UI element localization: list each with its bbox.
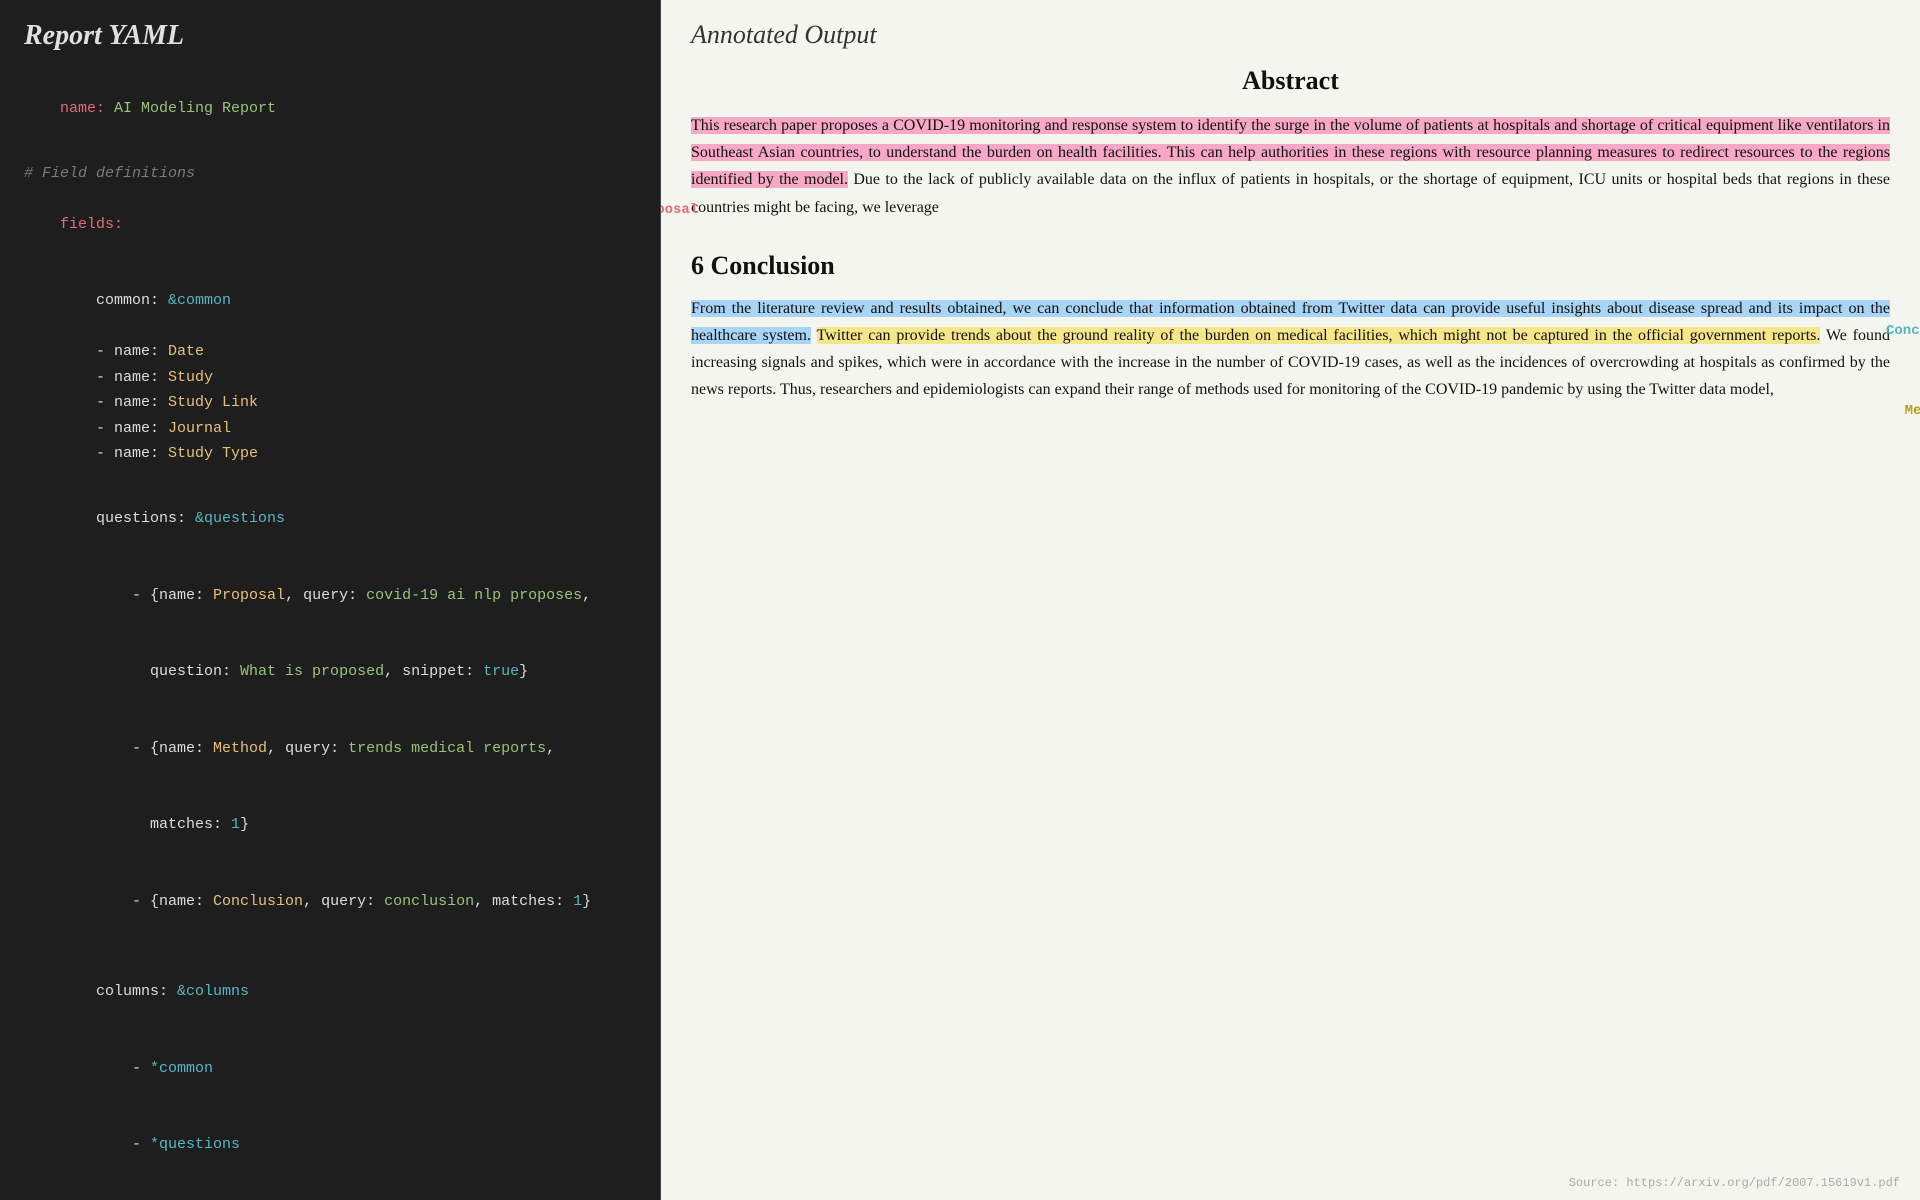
abstract-heading: Abstract (691, 66, 1890, 96)
left-panel: Report YAML name: AI Modeling Report # F… (0, 0, 660, 1200)
yaml-common-item-5: - name: Study Type (24, 441, 636, 467)
yaml-common-line: common: &common (24, 263, 636, 340)
yaml-name-line: name: AI Modeling Report (24, 70, 636, 147)
yaml-q-conclusion: - {name: Conclusion, query: conclusion, … (24, 863, 636, 940)
method-annotation-label: Method (1905, 403, 1920, 419)
report-yaml-title: Report YAML (24, 20, 636, 52)
yaml-q-method-1: - {name: Method, query: trends medical r… (24, 710, 636, 787)
yaml-columns-line: columns: &columns (24, 954, 636, 1031)
source-line: Source: https://arxiv.org/pdf/2007.15619… (1569, 1176, 1900, 1190)
conclusion-heading: 6 Conclusion (691, 251, 1890, 281)
yaml-comment: # Field definitions (24, 161, 636, 187)
conclusion-container: Conclusion Method From the literature re… (691, 295, 1890, 404)
yaml-fields-key: fields: (24, 186, 636, 263)
yaml-q-method-2: matches: 1} (24, 787, 636, 864)
abstract-container: Proposal This research paper proposes a … (691, 112, 1890, 221)
yaml-col-questions: - *questions (24, 1107, 636, 1184)
abstract-highlight-proposal: This research paper proposes a COVID-19 … (691, 117, 1890, 188)
abstract-text: This research paper proposes a COVID-19 … (691, 112, 1890, 221)
yaml-col-common: - *common (24, 1030, 636, 1107)
yaml-common-item-1: - name: Date (24, 339, 636, 365)
right-panel: Annotated Output Abstract Proposal This … (661, 0, 1920, 1200)
yaml-common-item-3: - name: Study Link (24, 390, 636, 416)
yaml-name-val: AI Modeling Report (105, 100, 276, 117)
yaml-common-item-2: - name: Study (24, 365, 636, 391)
conclusion-highlight-yellow: Twitter can provide trends about the gro… (817, 327, 1821, 344)
yaml-name-key: name: (60, 100, 105, 117)
conclusion-text: From the literature review and results o… (691, 295, 1890, 404)
yaml-q-proposal-2: question: What is proposed, snippet: tru… (24, 634, 636, 711)
annotated-output-title: Annotated Output (691, 20, 1890, 50)
proposal-annotation-label: Proposal (661, 202, 698, 218)
yaml-common-item-4: - name: Journal (24, 416, 636, 442)
yaml-questions-line: questions: &questions (24, 481, 636, 558)
yaml-q-proposal-1: - {name: Proposal, query: covid-19 ai nl… (24, 557, 636, 634)
conclusion-annotation-label: Conclusion (1886, 323, 1920, 339)
